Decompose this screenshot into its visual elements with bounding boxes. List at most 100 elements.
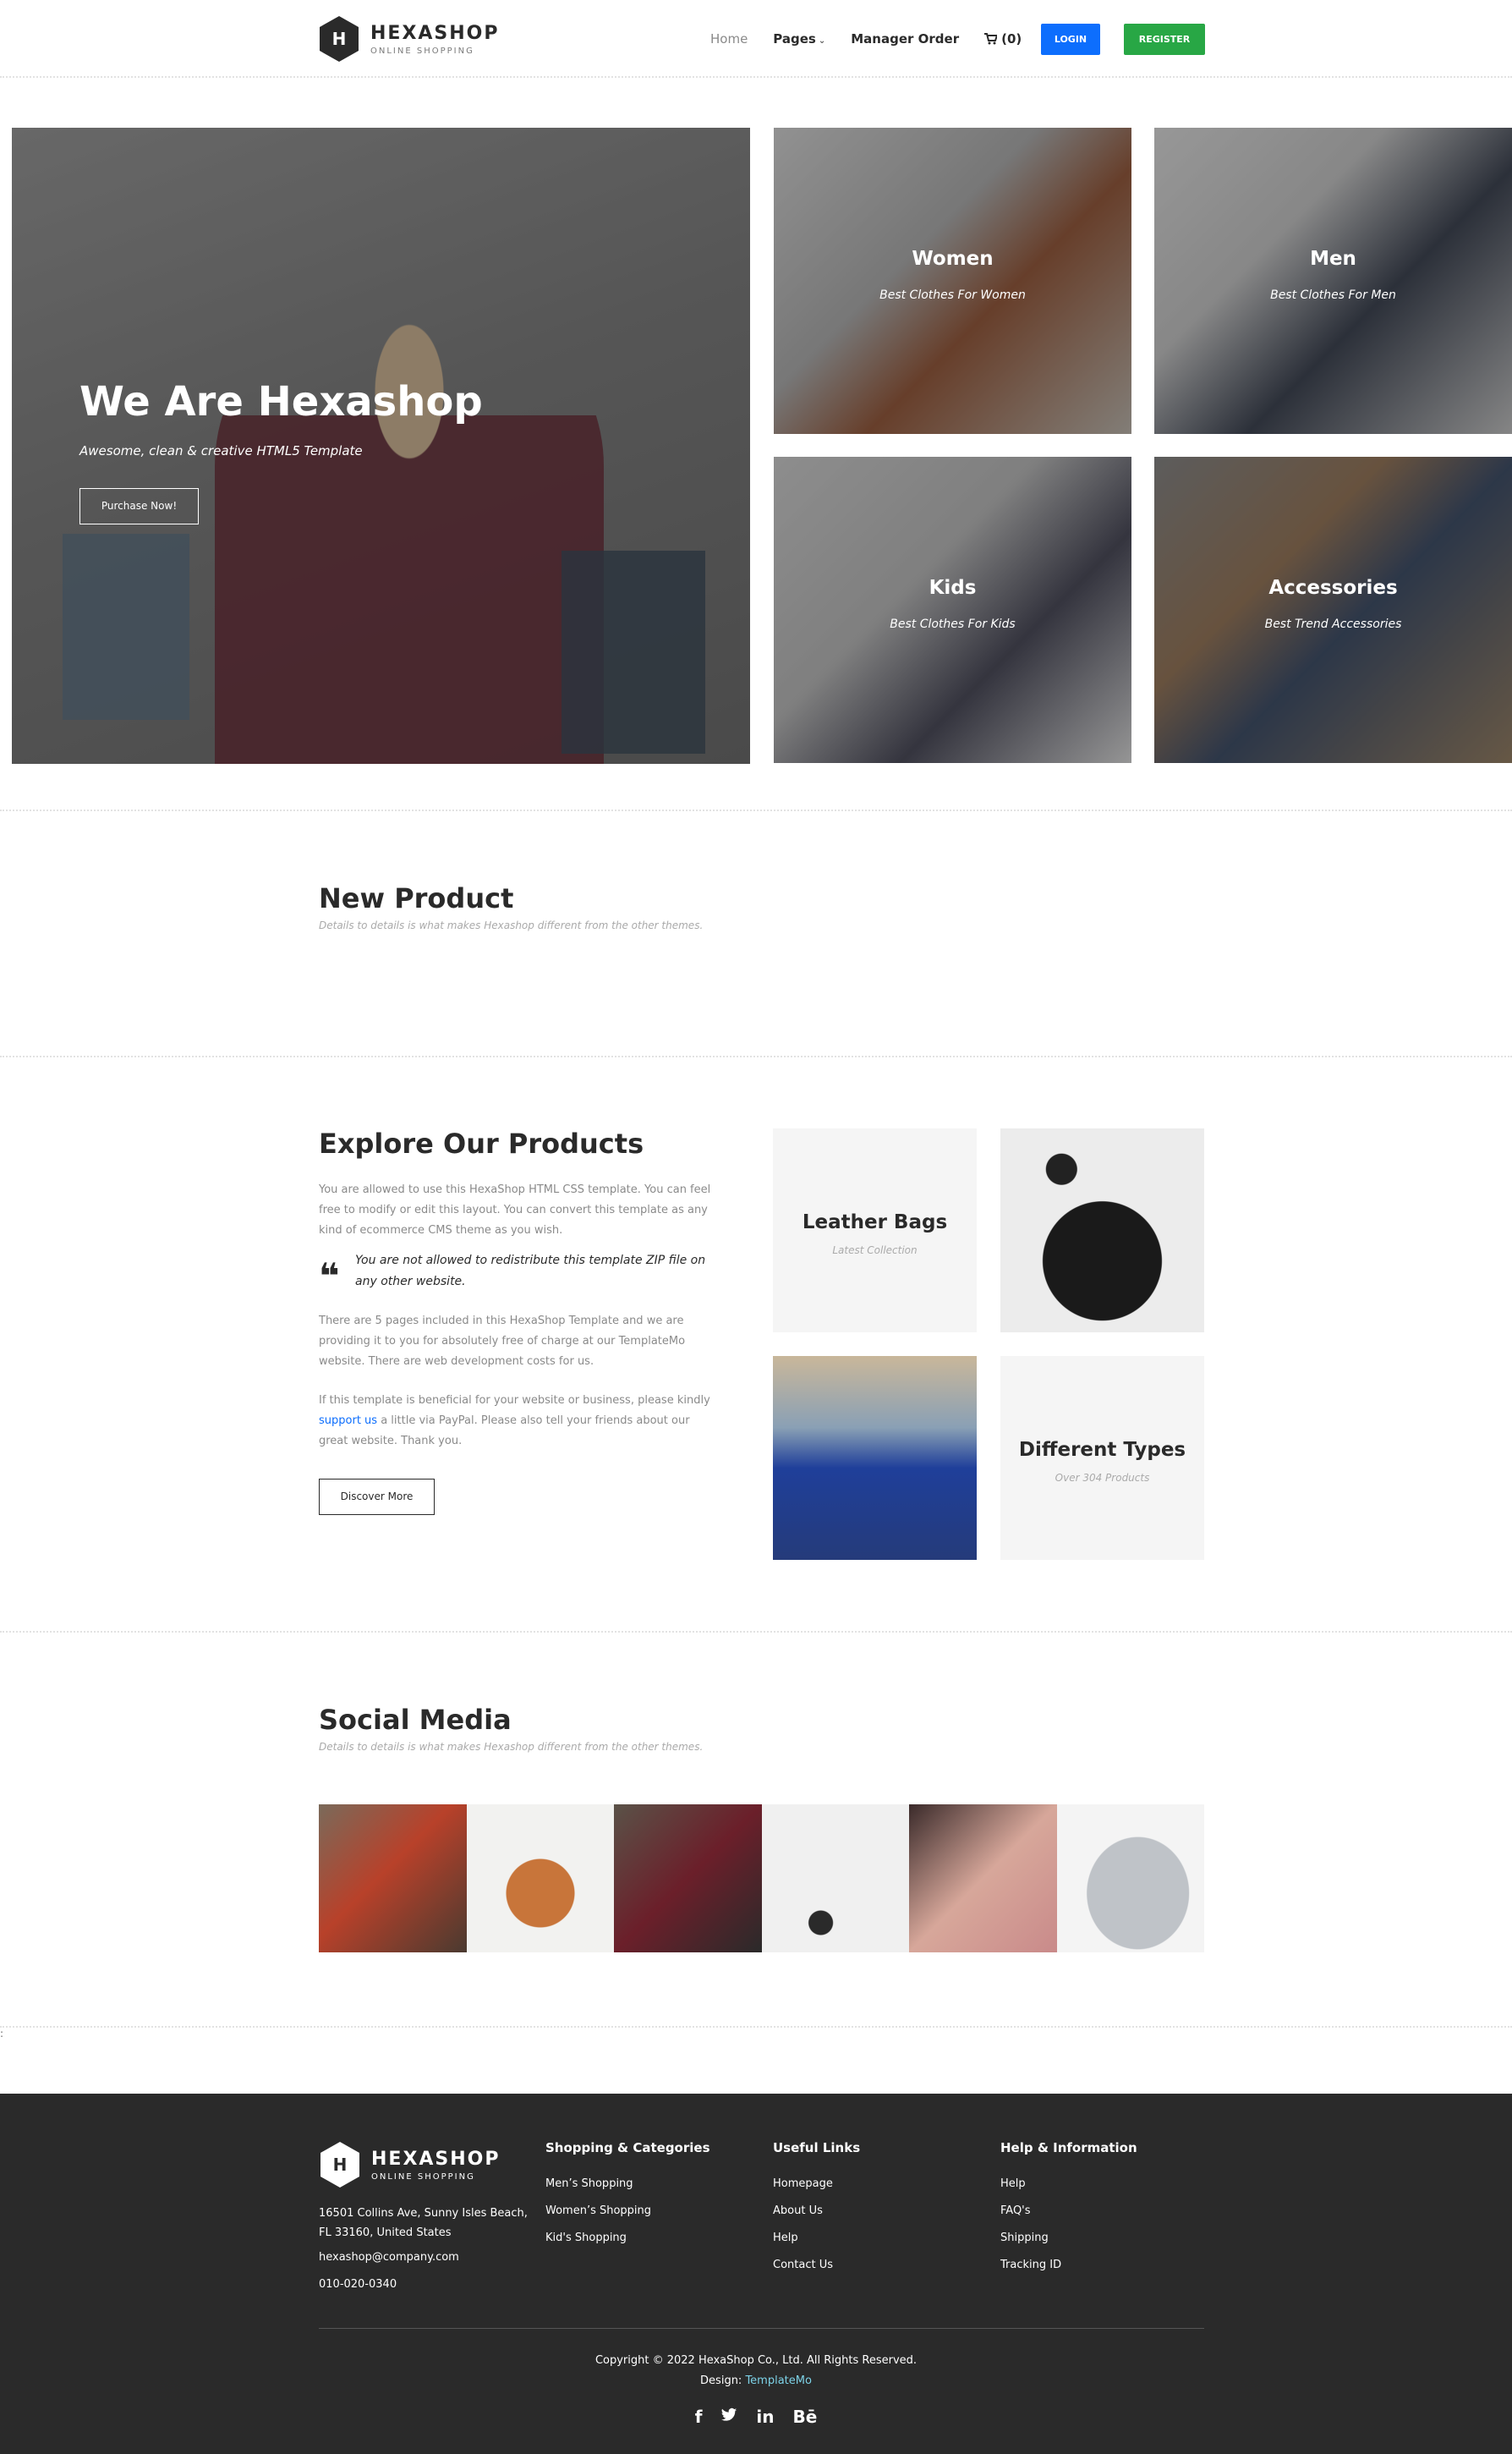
behance-icon[interactable]: Bē	[792, 2407, 817, 2427]
discover-more-button[interactable]: Discover More	[319, 1479, 435, 1515]
hero-banner: We Are Hexashop Awesome, clean & creativ…	[12, 128, 750, 764]
product-image-handbag	[1000, 1128, 1204, 1332]
category-title: Men	[1310, 248, 1356, 270]
social-photo[interactable]	[909, 1804, 1057, 1952]
explore-paragraph: There are 5 pages included in this HexaS…	[319, 1315, 686, 1368]
social-photo[interactable]	[761, 1804, 909, 1952]
category-title: Kids	[929, 577, 977, 599]
category-subtitle: Best Trend Accessories	[1264, 618, 1402, 631]
new-product-subtitle: Details to details is what makes Hexasho…	[319, 920, 704, 931]
hexagon-logo-icon: H	[319, 2141, 361, 2188]
different-types-card[interactable]: Different Types Over 304 Products	[1000, 1356, 1204, 1560]
social-gallery	[319, 1804, 1204, 1952]
facebook-icon[interactable]: f	[695, 2407, 703, 2427]
card-subtitle: Latest Collection	[832, 1244, 918, 1256]
footer-email[interactable]: hexashop@company.com	[319, 2251, 459, 2264]
footer-link[interactable]: Contact Us	[773, 2252, 993, 2279]
category-men[interactable]: Men Best Clothes For Men	[1154, 128, 1512, 434]
footer-address: 16501 Collins Ave, Sunny Isles Beach, FL…	[319, 2207, 528, 2239]
twitter-icon[interactable]	[720, 2407, 737, 2427]
category-title: Accessories	[1268, 577, 1398, 599]
footer-col-shopping: Shopping & Categories Men’s Shopping Wom…	[545, 2140, 765, 2252]
hexagon-logo-icon: H	[318, 15, 360, 63]
category-title: Women	[912, 248, 994, 270]
register-button[interactable]: REGISTER	[1124, 24, 1205, 55]
nav-cart[interactable]: (0)	[984, 31, 1022, 47]
site-header: H HEXASHOP ONLINE SHOPPING Home Pages ⌄ M…	[0, 0, 1512, 78]
footer-col-title: Shopping & Categories	[545, 2140, 710, 2155]
cart-count: (0)	[1001, 31, 1022, 47]
section-divider	[0, 1631, 1512, 1633]
login-button[interactable]: LOGIN	[1041, 24, 1100, 55]
footer-link-list: Help FAQ's Shipping Tracking ID	[1000, 2171, 1220, 2279]
category-women[interactable]: Women Best Clothes For Women	[774, 128, 1131, 434]
category-overlay	[1154, 457, 1512, 763]
section-divider	[0, 810, 1512, 811]
nav-home[interactable]: Home	[710, 31, 748, 47]
section-divider	[0, 2026, 1512, 2028]
new-product-title: New Product	[319, 882, 514, 914]
footer-col-useful-links: Useful Links Homepage About Us Help Cont…	[773, 2140, 993, 2279]
nav-pages[interactable]: Pages ⌄	[773, 31, 825, 47]
support-text-before: If this template is beneficial for your …	[319, 1394, 710, 1407]
category-overlay	[774, 457, 1131, 763]
brand-name: HEXASHOP	[370, 23, 500, 44]
leather-bags-card[interactable]: Leather Bags Latest Collection	[773, 1128, 977, 1332]
chevron-down-icon: ⌄	[818, 36, 826, 46]
category-kids[interactable]: Kids Best Clothes For Kids	[774, 457, 1131, 763]
footer-link-list: Men’s Shopping Women’s Shopping Kid's Sh…	[545, 2171, 765, 2252]
hero-subtitle: Awesome, clean & creative HTML5 Template	[79, 443, 363, 458]
card-subtitle: Over 304 Products	[1055, 1472, 1150, 1484]
footer-col-title: Help & Information	[1000, 2140, 1137, 2155]
shopping-cart-icon	[984, 33, 998, 45]
social-media-title: Social Media	[319, 1704, 512, 1736]
footer-link[interactable]: Homepage	[773, 2171, 993, 2198]
social-media-subtitle: Details to details is what makes Hexasho…	[319, 1741, 704, 1753]
design-credit: Design: TemplateMo	[0, 2374, 1512, 2387]
footer-phone: 010-020-0340	[319, 2278, 397, 2291]
category-subtitle: Best Clothes For Kids	[890, 618, 1016, 631]
footer-link[interactable]: Help	[773, 2225, 993, 2252]
social-photo[interactable]	[1056, 1804, 1204, 1952]
hero-title: We Are Hexashop	[79, 378, 483, 425]
product-image-model	[773, 1356, 977, 1560]
footer-link[interactable]: Women’s Shopping	[545, 2198, 765, 2225]
purchase-now-button[interactable]: Purchase Now!	[79, 488, 199, 524]
category-accessories[interactable]: Accessories Best Trend Accessories	[1154, 457, 1512, 763]
footer-link[interactable]: FAQ's	[1000, 2198, 1220, 2225]
templatemo-link[interactable]: TemplateMo	[745, 2374, 812, 2387]
social-links: f in Bē	[0, 2407, 1512, 2427]
footer-link[interactable]: Tracking ID	[1000, 2252, 1220, 2279]
category-subtitle: Best Clothes For Men	[1270, 288, 1396, 302]
footer-link[interactable]: Kid's Shopping	[545, 2225, 765, 2252]
social-photo[interactable]	[466, 1804, 614, 1952]
footer-link[interactable]: Shipping	[1000, 2225, 1220, 2252]
quote-icon: ❝	[319, 1255, 340, 1297]
copyright: Copyright © 2022 HexaShop Co., Ltd. All …	[594, 2354, 918, 2367]
footer-divider	[319, 2328, 1204, 2329]
nav-pages-label: Pages	[773, 31, 816, 47]
brand-tagline: ONLINE SHOPPING	[370, 47, 474, 56]
footer-logo[interactable]: H HEXASHOP ONLINE SHOPPING	[319, 2141, 505, 2192]
footer-link[interactable]: Men’s Shopping	[545, 2171, 765, 2198]
footer-link[interactable]: Help	[1000, 2171, 1220, 2198]
site-logo[interactable]: H HEXASHOP ONLINE SHOPPING	[318, 15, 538, 66]
edge-marker: :	[0, 2028, 4, 2040]
explore-paragraph: You are allowed to use this HexaShop HTM…	[319, 1183, 711, 1237]
footer-col-help: Help & Information Help FAQ's Shipping T…	[1000, 2140, 1220, 2279]
footer-col-title: Useful Links	[773, 2140, 861, 2155]
card-title: Different Types	[1018, 1439, 1186, 1461]
site-footer: H HEXASHOP ONLINE SHOPPING 16501 Collins…	[0, 2094, 1512, 2454]
nav-manager-order[interactable]: Manager Order	[851, 31, 959, 47]
category-overlay	[774, 128, 1131, 434]
logo-letter: H	[331, 29, 347, 49]
social-photo[interactable]	[319, 1804, 467, 1952]
support-us-link[interactable]: support us	[319, 1414, 377, 1427]
category-overlay	[1154, 128, 1512, 434]
explore-paragraph-support: If this template is beneficial for your …	[319, 1391, 720, 1452]
footer-link[interactable]: About Us	[773, 2198, 993, 2225]
section-divider	[0, 1056, 1512, 1057]
explore-title: Explore Our Products	[319, 1128, 644, 1160]
linkedin-icon[interactable]: in	[756, 2407, 774, 2427]
social-photo[interactable]	[614, 1804, 762, 1952]
